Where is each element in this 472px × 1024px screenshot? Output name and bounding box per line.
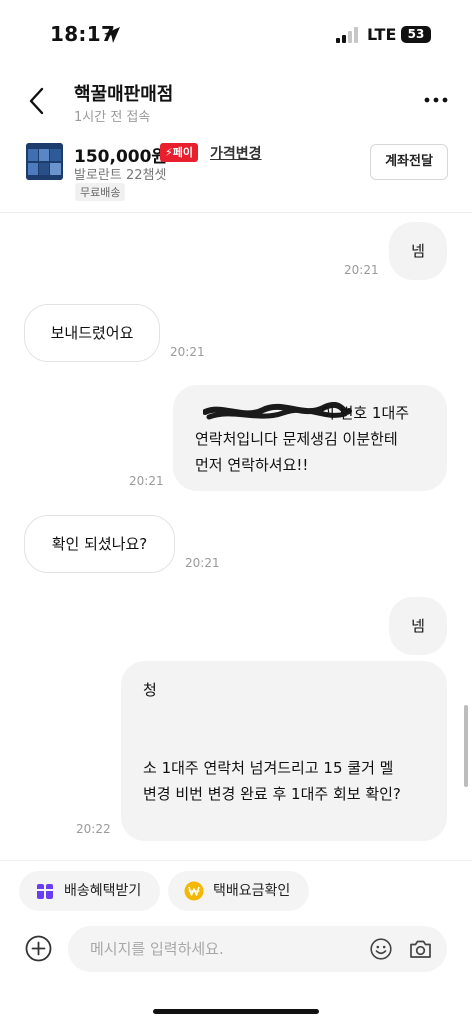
message-bubble-outgoing[interactable]: 청 소 1대주 연락처 넘겨드리고 15 쿨거 멜 변경 비번 변경 완료 후 … bbox=[121, 661, 447, 841]
message-text: 보내드렸어요 bbox=[50, 324, 134, 342]
battery-indicator: 53 bbox=[401, 26, 431, 43]
chat-header: 핵꿀매판매점 1시간 전 접속 bbox=[0, 75, 472, 130]
message-text: 변경 비번 변경 완료 후 1대주 회보 확인? bbox=[143, 785, 401, 803]
camera-icon[interactable] bbox=[409, 938, 432, 960]
message-timestamp: 20:22 bbox=[76, 822, 111, 836]
product-name: 발로란트 22챔셋 bbox=[74, 168, 167, 183]
composer bbox=[0, 922, 472, 978]
message-text: 이 번호 1대주 bbox=[321, 404, 410, 422]
message-bubble-incoming[interactable]: 보내드렸어요 bbox=[24, 304, 160, 362]
account-transfer-button[interactable]: 계좌전달 bbox=[370, 144, 448, 180]
chip-label: 배송혜택받기 bbox=[64, 883, 142, 899]
more-options-icon[interactable] bbox=[423, 90, 449, 110]
product-thumbnail[interactable] bbox=[26, 143, 63, 180]
quick-actions: 배송혜택받기 택배요금확인 bbox=[0, 860, 472, 920]
delivery-fee-chip[interactable]: 택배요금확인 bbox=[168, 871, 309, 911]
message-timestamp: 20:21 bbox=[185, 556, 220, 570]
message-timestamp: 20:21 bbox=[170, 345, 205, 359]
plus-circle-icon[interactable] bbox=[25, 935, 52, 962]
signal-strength-icon bbox=[336, 27, 358, 43]
page-title: 핵꿀매판매점 bbox=[74, 84, 174, 105]
message-text: 먼저 연락하셔요!! bbox=[195, 456, 309, 474]
pay-badge: ⚡페이 bbox=[160, 143, 198, 162]
message-timestamp: 20:21 bbox=[344, 263, 379, 277]
free-shipping-badge: 무료배송 bbox=[75, 183, 126, 201]
message-timestamp: 20:21 bbox=[129, 474, 164, 488]
home-indicator[interactable] bbox=[153, 1009, 319, 1014]
price-change-link[interactable]: 가격변경 bbox=[210, 143, 262, 163]
status-bar: 18:17 LTE 53 bbox=[0, 0, 472, 70]
message-bubble-outgoing[interactable]: 넴 bbox=[389, 222, 447, 280]
shipping-benefit-chip[interactable]: 배송혜택받기 bbox=[19, 871, 160, 911]
pay-badge-label: 페이 bbox=[172, 146, 193, 159]
message-text: 넴 bbox=[411, 242, 425, 260]
lightning-icon: ⚡ bbox=[165, 146, 173, 159]
product-summary[interactable]: 150,000원 ⚡페이 가격변경 발로란트 22챔셋 무료배송 계좌전달 bbox=[0, 137, 472, 213]
scrollbar[interactable] bbox=[464, 705, 468, 787]
location-arrow-icon bbox=[104, 27, 120, 43]
gift-box-icon bbox=[37, 884, 53, 899]
message-text: 연락처입니다 문제생김 이분한테 bbox=[195, 430, 398, 448]
back-arrow-icon[interactable] bbox=[26, 87, 48, 115]
chip-label: 택배요금확인 bbox=[213, 883, 291, 899]
message-text: 소 1대주 연락처 넘겨드리고 15 쿨거 멜 bbox=[143, 759, 394, 777]
message-bubble-outgoing[interactable]: 이 번호 1대주 연락처입니다 문제생김 이분한테 먼저 연락하셔요!! bbox=[173, 385, 447, 491]
network-type: LTE bbox=[367, 25, 397, 44]
message-bubble-incoming[interactable]: 확인 되셨나요? bbox=[24, 515, 175, 573]
won-coin-icon bbox=[184, 881, 204, 901]
message-text: 넴 bbox=[411, 617, 425, 635]
message-text: 확인 되셨나요? bbox=[51, 535, 148, 553]
emoji-icon[interactable] bbox=[370, 938, 392, 960]
product-image-icon bbox=[26, 143, 63, 180]
message-text: 청 bbox=[143, 681, 157, 699]
message-bubble-outgoing[interactable]: 넴 bbox=[389, 597, 447, 655]
last-seen-status: 1시간 전 접속 bbox=[74, 110, 151, 125]
